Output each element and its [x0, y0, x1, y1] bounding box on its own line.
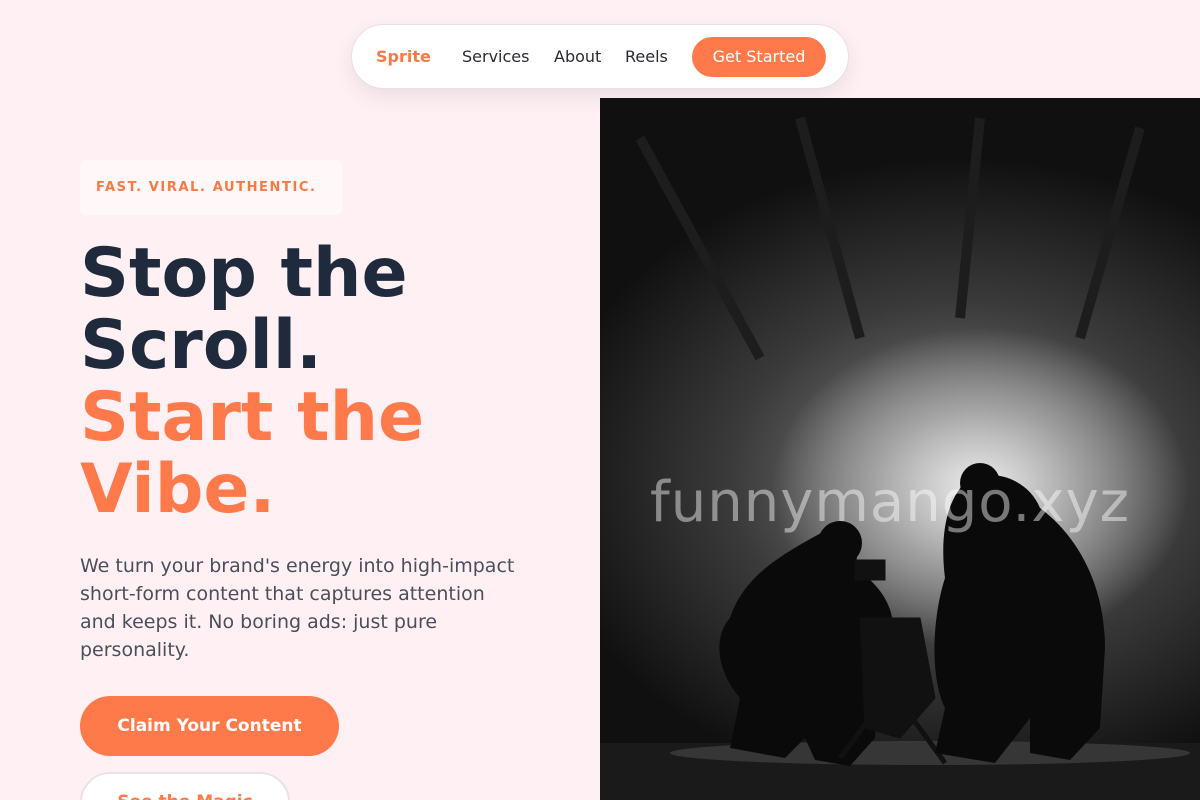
hero-image — [600, 98, 1200, 800]
top-navigation: Sprite Services About Reels Get Started — [351, 24, 849, 89]
get-started-button[interactable]: Get Started — [692, 37, 826, 77]
brand-logo[interactable]: Sprite — [376, 25, 431, 88]
hero-headline: Stop the Scroll. Start the Vibe. — [80, 238, 580, 526]
nav-link-reels[interactable]: Reels — [625, 25, 668, 88]
headline-line-1: Stop the — [80, 234, 408, 313]
landing-page: Sprite Services About Reels Get Started … — [0, 0, 1200, 800]
see-magic-button[interactable]: See the Magic — [80, 772, 290, 800]
claim-content-button[interactable]: Claim Your Content — [80, 696, 339, 756]
headline-line-2: Scroll. — [80, 306, 322, 385]
headline-line-3: Start the — [80, 378, 425, 457]
tagline-badge: FAST. VIRAL. AUTHENTIC. — [80, 160, 342, 215]
nav-link-about[interactable]: About — [554, 25, 601, 88]
nav-link-services[interactable]: Services — [462, 25, 529, 88]
watermark-text: funnymango.xyz — [650, 470, 1130, 535]
film-crew-silhouette — [600, 116, 1200, 800]
hero-description: We turn your brand's energy into high-im… — [80, 555, 515, 661]
headline-line-4: Vibe. — [80, 450, 276, 529]
